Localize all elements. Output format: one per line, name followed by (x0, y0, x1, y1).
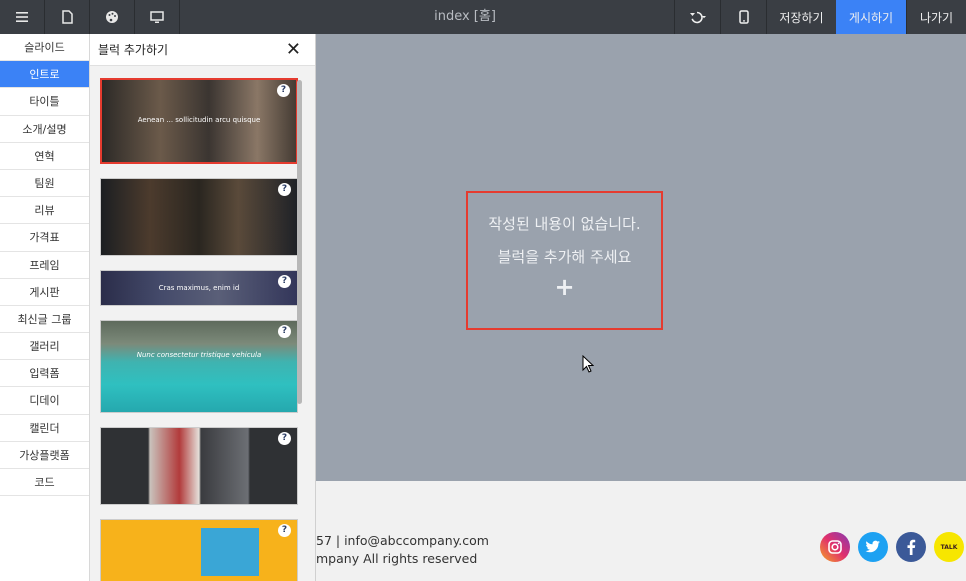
block-thumbnail[interactable]: ? (100, 519, 298, 581)
add-block-hint: 블럭을 추가해 주세요 (497, 248, 632, 266)
category-virtual-platform[interactable]: 가상플랫폼 (0, 442, 89, 469)
palette-icon (106, 11, 118, 23)
help-icon[interactable]: ? (277, 84, 290, 97)
thumbnail-caption: Nunc consectetur tristique vehicula (136, 351, 262, 359)
site-footer: 57 | info@abccompany.com mpany All right… (316, 481, 966, 581)
help-icon[interactable]: ? (278, 325, 291, 338)
block-thumbnail[interactable]: Nunc consectetur tristique vehicula ? (100, 320, 298, 413)
category-board[interactable]: 게시판 (0, 279, 89, 306)
block-thumbnail-list: Aenean ... sollicitudin arcu quisque ? ?… (100, 78, 298, 581)
category-history[interactable]: 연혁 (0, 143, 89, 170)
thumbnail-caption: Cras maximus, enim id (158, 284, 240, 292)
category-title[interactable]: 타이틀 (0, 88, 89, 116)
category-form[interactable]: 입력폼 (0, 360, 89, 388)
preview-button[interactable] (135, 0, 180, 34)
panel-scrollbar[interactable] (297, 80, 302, 404)
thumbnail-caption: Aenean ... sollicitudin arcu quisque (137, 116, 261, 124)
facebook-icon[interactable] (896, 532, 926, 562)
category-dday[interactable]: 디데이 (0, 387, 89, 415)
block-category-list: 슬라이드 인트로 타이틀 소개/설명 연혁 팀원 리뷰 가격표 프레임 게시판 … (0, 34, 90, 581)
add-block-panel: 블럭 추가하기 ✕ Aenean ... sollicitudin arcu q… (90, 34, 316, 581)
category-frame[interactable]: 프레임 (0, 252, 89, 279)
mobile-view-button[interactable] (720, 0, 766, 34)
plus-icon[interactable]: + (468, 273, 661, 301)
undo-button[interactable] (674, 0, 720, 34)
mobile-icon (738, 10, 749, 24)
editor-canvas[interactable]: 작성된 내용이 없습니다. 블럭을 추가해 주세요 + (316, 34, 966, 481)
social-links: TALK (820, 532, 964, 562)
panel-title: 블럭 추가하기 (98, 43, 169, 57)
category-calendar[interactable]: 캘린더 (0, 415, 89, 442)
category-recent-posts[interactable]: 최신글 그룹 (0, 306, 89, 334)
help-icon[interactable]: ? (278, 275, 291, 288)
help-icon[interactable]: ? (278, 432, 291, 445)
category-slide[interactable]: 슬라이드 (0, 34, 89, 62)
undo-icon (689, 11, 706, 24)
help-icon[interactable]: ? (278, 524, 291, 537)
help-icon[interactable]: ? (278, 183, 291, 196)
block-thumbnail[interactable]: Aenean ... sollicitudin arcu quisque ? (100, 78, 298, 164)
footer-contact: 57 | info@abccompany.com (316, 533, 489, 548)
category-gallery[interactable]: 갤러리 (0, 333, 89, 361)
kakaotalk-icon[interactable]: TALK (934, 532, 964, 562)
block-thumbnail[interactable]: ? (100, 427, 298, 505)
close-icon[interactable]: ✕ (286, 40, 301, 59)
publish-button[interactable]: 게시하기 (836, 0, 906, 34)
block-thumbnail[interactable]: Cras maximus, enim id ? (100, 270, 298, 306)
footer-copyright: mpany All rights reserved (316, 551, 478, 566)
twitter-icon[interactable] (858, 532, 888, 562)
category-review[interactable]: 리뷰 (0, 197, 89, 225)
top-toolbar: index [홈] 저장하기 게시하기 나가기 (0, 0, 966, 34)
empty-message: 작성된 내용이 없습니다. (488, 215, 641, 233)
save-button[interactable]: 저장하기 (766, 0, 836, 34)
category-intro[interactable]: 인트로 (0, 61, 89, 89)
page-title: index [홈] (434, 9, 496, 24)
category-code[interactable]: 코드 (0, 469, 89, 497)
cursor-icon (582, 355, 594, 373)
category-team[interactable]: 팀원 (0, 170, 89, 198)
exit-button[interactable]: 나가기 (906, 0, 966, 34)
block-thumbnail[interactable]: ? (100, 178, 298, 256)
empty-state-box[interactable]: 작성된 내용이 없습니다. 블럭을 추가해 주세요 + (466, 191, 663, 330)
menu-icon (16, 12, 28, 22)
design-button[interactable] (90, 0, 135, 34)
category-about[interactable]: 소개/설명 (0, 116, 89, 143)
menu-button[interactable] (0, 0, 45, 34)
category-pricing[interactable]: 가격표 (0, 224, 89, 252)
page-icon (62, 10, 73, 24)
instagram-icon[interactable] (820, 532, 850, 562)
monitor-icon (150, 11, 164, 23)
page-button[interactable] (45, 0, 90, 34)
